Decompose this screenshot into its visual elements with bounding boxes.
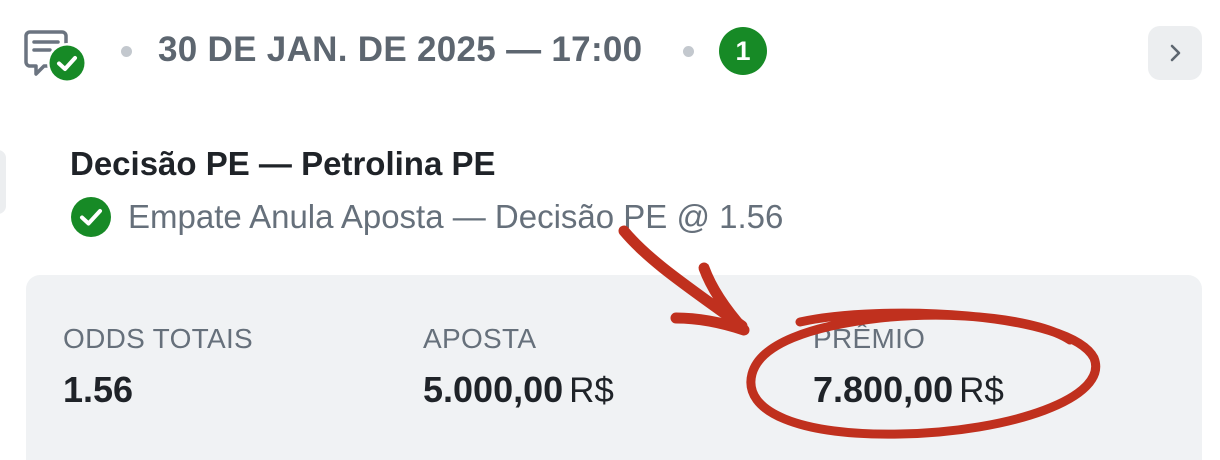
odds-column: ODDS TOTAIS 1.56 (63, 323, 253, 411)
stake-value: 5.000,00 (423, 369, 564, 410)
prize-value-row: 7.800,00 R$ (813, 369, 1004, 411)
prize-value: 7.800,00 (813, 369, 954, 410)
odds-label: ODDS TOTAIS (63, 323, 254, 354)
stake-value-row: 5.000,00 R$ (423, 369, 614, 411)
stake-column: APOSTA 5.000,00 R$ (423, 323, 614, 411)
open-details-button[interactable] (1148, 26, 1202, 80)
match-title: Decisão PE — Petrolina PE (70, 145, 496, 182)
check-circle-icon (70, 196, 112, 238)
separator-dot (121, 46, 132, 57)
chevron-right-icon (1170, 44, 1181, 62)
stake-label: APOSTA (423, 323, 537, 354)
separator-dot (683, 46, 694, 57)
stake-currency: R$ (569, 371, 614, 410)
bet-date-time: 30 DE JAN. DE 2025 — 17:00 (158, 30, 643, 69)
odds-value: 1.56 (63, 369, 134, 410)
selection-text: Empate Anula Aposta — Decisão PE @ 1.56 (128, 198, 784, 235)
bet-summary: ODDS TOTAIS 1.56 APOSTA 5.000,00 R$ PRÊMI… (26, 275, 1202, 460)
bet-ticket-card: 30 DE JAN. DE 2025 — 17:00 1 Decisão PE … (0, 0, 1220, 460)
prize-column: PRÊMIO 7.800,00 R$ (813, 323, 1004, 411)
prize-currency: R$ (959, 371, 1004, 410)
prize-label: PRÊMIO (813, 323, 926, 354)
ticket-check-icon (24, 28, 94, 88)
adjacent-card-edge (0, 150, 6, 214)
selection-count-badge: 1 (719, 27, 767, 75)
